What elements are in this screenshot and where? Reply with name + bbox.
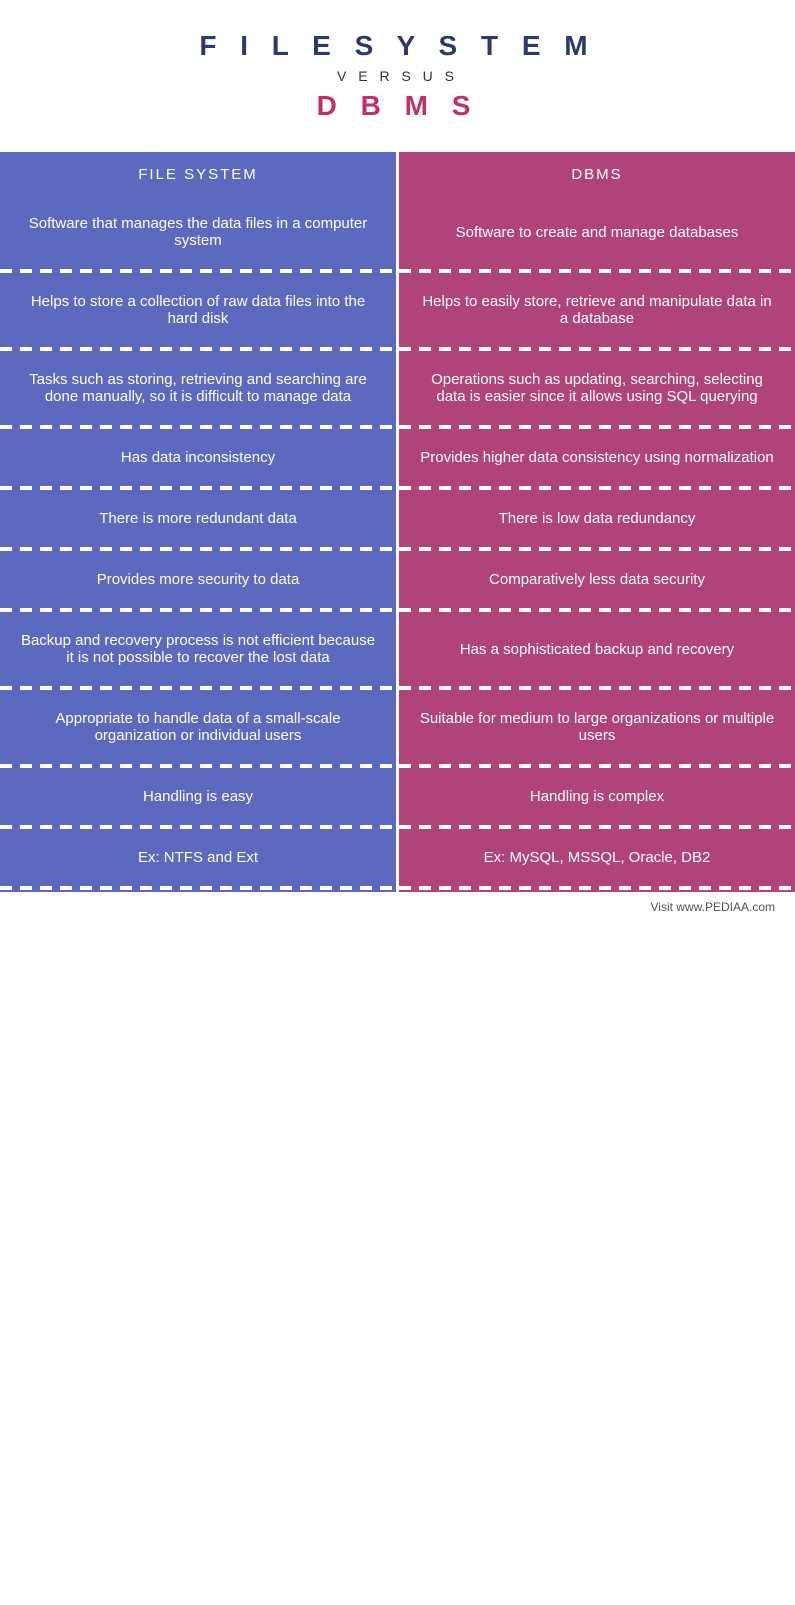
cell-fs-2: Tasks such as storing, retrieving and se… xyxy=(0,353,398,423)
title-dbms: D B M S xyxy=(20,90,775,122)
table-row: Provides more security to dataComparativ… xyxy=(0,553,795,606)
cell-dbms-9: Ex: MySQL, MSSQL, Oracle, DB2 xyxy=(398,831,795,884)
cell-fs-0: Software that manages the data files in … xyxy=(0,197,398,267)
divider-row xyxy=(0,884,795,892)
table-row: Appropriate to handle data of a small-sc… xyxy=(0,692,795,762)
cell-dbms-0: Software to create and manage databases xyxy=(398,197,795,267)
cell-dbms-6: Has a sophisticated backup and recovery xyxy=(398,614,795,684)
divider-row xyxy=(0,345,795,353)
table-row: Handling is easyHandling is complex xyxy=(0,770,795,823)
cell-fs-3: Has data inconsistency xyxy=(0,431,398,484)
divider-row xyxy=(0,484,795,492)
footer-note: Visit www.PEDIAA.com xyxy=(0,892,795,924)
cell-dbms-3: Provides higher data consistency using n… xyxy=(398,431,795,484)
table-row: Software that manages the data files in … xyxy=(0,197,795,267)
table-row: Has data inconsistencyProvides higher da… xyxy=(0,431,795,484)
cell-fs-7: Appropriate to handle data of a small-sc… xyxy=(0,692,398,762)
divider-row xyxy=(0,545,795,553)
comparison-table: FILE SYSTEM DBMS Software that manages t… xyxy=(0,152,795,892)
divider-row xyxy=(0,606,795,614)
divider-row xyxy=(0,762,795,770)
cell-fs-4: There is more redundant data xyxy=(0,492,398,545)
cell-fs-5: Provides more security to data xyxy=(0,553,398,606)
cell-fs-6: Backup and recovery process is not effic… xyxy=(0,614,398,684)
col-header-fs: FILE SYSTEM xyxy=(0,152,398,197)
divider-row xyxy=(0,684,795,692)
cell-dbms-4: There is low data redundancy xyxy=(398,492,795,545)
col-header-dbms: DBMS xyxy=(398,152,795,197)
header-row: FILE SYSTEM DBMS xyxy=(0,152,795,197)
cell-dbms-8: Handling is complex xyxy=(398,770,795,823)
table-row: Tasks such as storing, retrieving and se… xyxy=(0,353,795,423)
cell-dbms-1: Helps to easily store, retrieve and mani… xyxy=(398,275,795,345)
table-row: There is more redundant dataThere is low… xyxy=(0,492,795,545)
divider-row xyxy=(0,423,795,431)
header-section: F I L E S Y S T E M V E R S U S D B M S xyxy=(0,0,795,152)
table-row: Ex: NTFS and ExtEx: MySQL, MSSQL, Oracle… xyxy=(0,831,795,884)
table-row: Backup and recovery process is not effic… xyxy=(0,614,795,684)
cell-dbms-2: Operations such as updating, searching, … xyxy=(398,353,795,423)
cell-fs-8: Handling is easy xyxy=(0,770,398,823)
cell-dbms-5: Comparatively less data security xyxy=(398,553,795,606)
divider-row xyxy=(0,823,795,831)
cell-fs-9: Ex: NTFS and Ext xyxy=(0,831,398,884)
versus-label: V E R S U S xyxy=(20,68,775,84)
divider-row xyxy=(0,267,795,275)
table-row: Helps to store a collection of raw data … xyxy=(0,275,795,345)
cell-fs-1: Helps to store a collection of raw data … xyxy=(0,275,398,345)
title-file-system: F I L E S Y S T E M xyxy=(20,30,775,62)
cell-dbms-7: Suitable for medium to large organizatio… xyxy=(398,692,795,762)
